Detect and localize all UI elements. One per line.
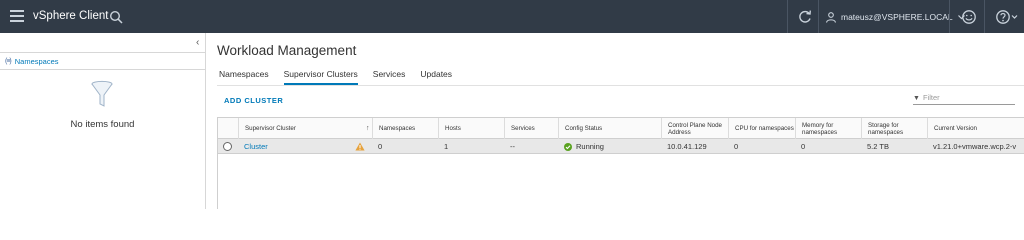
column-header-memory[interactable]: Memory for namespaces [795,118,861,139]
column-header-current-version[interactable]: Current Version [927,118,1024,139]
collapse-panel-icon[interactable]: ‹ [196,37,199,48]
feedback-smiley-icon[interactable] [961,9,977,25]
namespaces-cell: 0 [378,142,383,151]
search-icon[interactable] [109,10,123,24]
column-header-hosts[interactable]: Hosts [438,118,504,139]
sidebar-item-namespaces[interactable]: (≡) Namespaces [0,52,205,70]
warning-icon[interactable] [355,142,365,151]
tab-updates[interactable]: Updates [420,69,452,85]
divider [984,0,985,33]
row-select-cell [218,139,238,154]
left-panel: ‹ (≡) Namespaces No items found [0,33,206,209]
menu-icon[interactable] [10,10,24,22]
version-cell: v1.21.0+vmware.wcp.2-v [933,142,1017,151]
filter-input[interactable] [923,91,1013,103]
column-header-supervisor-cluster[interactable]: Supervisor Cluster [238,118,369,139]
hosts-cell: 1 [444,142,449,151]
filter-box: ▼ [913,91,1015,105]
help-icon[interactable] [995,9,1019,25]
column-header-storage[interactable]: Storage for namespaces [861,118,927,139]
tab-bar: Namespaces Supervisor Clusters Services … [219,69,467,85]
supervisor-clusters-table: Supervisor Cluster ↑ Namespaces Hosts Se… [217,117,1024,209]
add-cluster-button[interactable]: ADD CLUSTER [224,96,283,105]
tab-services[interactable]: Services [373,69,406,85]
table-header: Supervisor Cluster ↑ Namespaces Hosts Se… [218,118,1024,139]
storage-cell: 5.2 TB [867,142,889,151]
sort-ascending-icon[interactable]: ↑ [366,118,370,139]
table-row[interactable]: Cluster 0 1 -- Running 10.0.41.129 0 0 5… [218,139,1024,154]
column-header-config-status[interactable]: Config Status [558,118,661,139]
cpu-cell: 0 [734,142,739,151]
check-circle-icon [564,142,572,151]
tab-namespaces[interactable]: Namespaces [219,69,269,85]
empty-filter-icon [91,80,113,107]
filter-icon: ▼ [913,95,920,102]
column-header-services[interactable]: Services [504,118,558,139]
memory-cell: 0 [801,142,806,151]
divider [787,0,788,33]
user-menu[interactable]: mateusz@VSPHERE.LOCAL [825,10,966,24]
tabs-divider [217,85,1024,86]
cluster-link[interactable]: Cluster [238,139,353,154]
row-select-radio[interactable] [223,142,232,151]
divider [949,0,950,33]
tab-supervisor-clusters[interactable]: Supervisor Clusters [283,69,358,85]
column-header-control-plane[interactable]: Control Plane Node Address [661,118,728,139]
services-cell: -- [510,142,515,151]
user-icon [825,12,837,23]
column-header-namespaces[interactable]: Namespaces [372,118,438,139]
refresh-icon[interactable] [797,9,813,25]
top-header: vSphere Client mateusz@VSPHERE.LOCAL [0,0,1024,33]
control-plane-cell: 10.0.41.129 [667,142,707,151]
page-title: Workload Management [217,43,357,58]
divider [818,0,819,33]
column-header-cpu[interactable]: CPU for namespaces [728,118,795,139]
config-status-text: Running [576,142,604,151]
namespace-icon: (≡) [5,57,12,65]
user-name: mateusz@VSPHERE.LOCAL [841,12,953,22]
config-status-cell: Running [558,139,661,154]
empty-state-text: No items found [70,119,135,130]
sidebar-item-label: Namespaces [14,56,59,66]
app-title[interactable]: vSphere Client [33,10,108,22]
main-content: Workload Management Namespaces Superviso… [207,33,1024,209]
